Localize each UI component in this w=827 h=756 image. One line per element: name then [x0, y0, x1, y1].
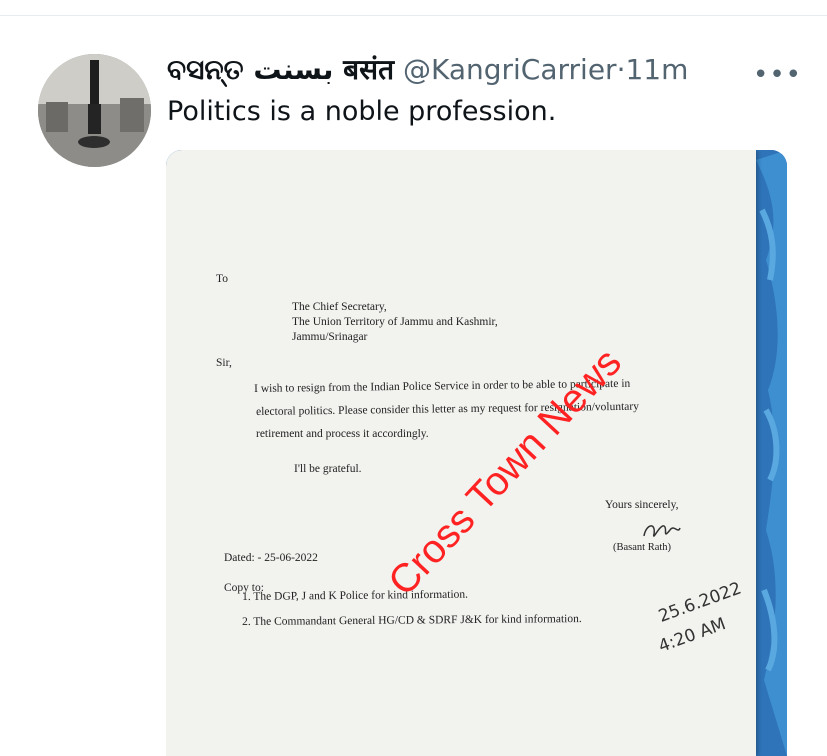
letter-paper: To The Chief Secretary, The Union Territ… — [166, 150, 756, 756]
letter-recipient-line: The Chief Secretary, — [292, 301, 387, 313]
tweet-media-image[interactable]: To The Chief Secretary, The Union Territ… — [166, 150, 787, 756]
avatar-photo — [38, 54, 151, 167]
tweet-text: Politics is a noble profession. — [167, 96, 557, 127]
letter-signature-name: (Basant Rath) — [613, 542, 672, 553]
letter-copy-item: 1. The DGP, J and K Police for kind info… — [242, 588, 469, 603]
letter-grateful: I'll be grateful. — [294, 463, 362, 475]
letter-recipient-line: The Union Territory of Jammu and Kashmir… — [292, 316, 498, 328]
display-name[interactable]: ବସନ୍ତ بسنت बसंत — [167, 53, 394, 86]
tweet-timestamp[interactable]: 11m — [625, 53, 688, 86]
letter-body-line: retirement and process it accordingly. — [256, 428, 429, 440]
letter-to: To — [216, 273, 228, 285]
user-handle[interactable]: @KangriCarrier — [403, 53, 617, 86]
avatar[interactable] — [38, 54, 151, 167]
more-options-icon[interactable]: ••• — [753, 60, 802, 90]
top-divider — [0, 15, 827, 16]
tweet-header: ବସନ୍ତ بسنت बसंत @KangriCarrier·11m — [167, 50, 688, 88]
letter-copy-item: 2. The Commandant General HG/CD & SDRF J… — [242, 613, 582, 628]
letter-recipient-line: Jammu/Srinagar — [292, 331, 368, 343]
letter-salutation: Sir, — [216, 357, 232, 369]
letter-closing: Yours sincerely, — [605, 499, 679, 511]
handwritten-date: 25.6.2022 — [656, 578, 745, 627]
letter-dated: Dated: - 25-06-2022 — [224, 552, 318, 564]
